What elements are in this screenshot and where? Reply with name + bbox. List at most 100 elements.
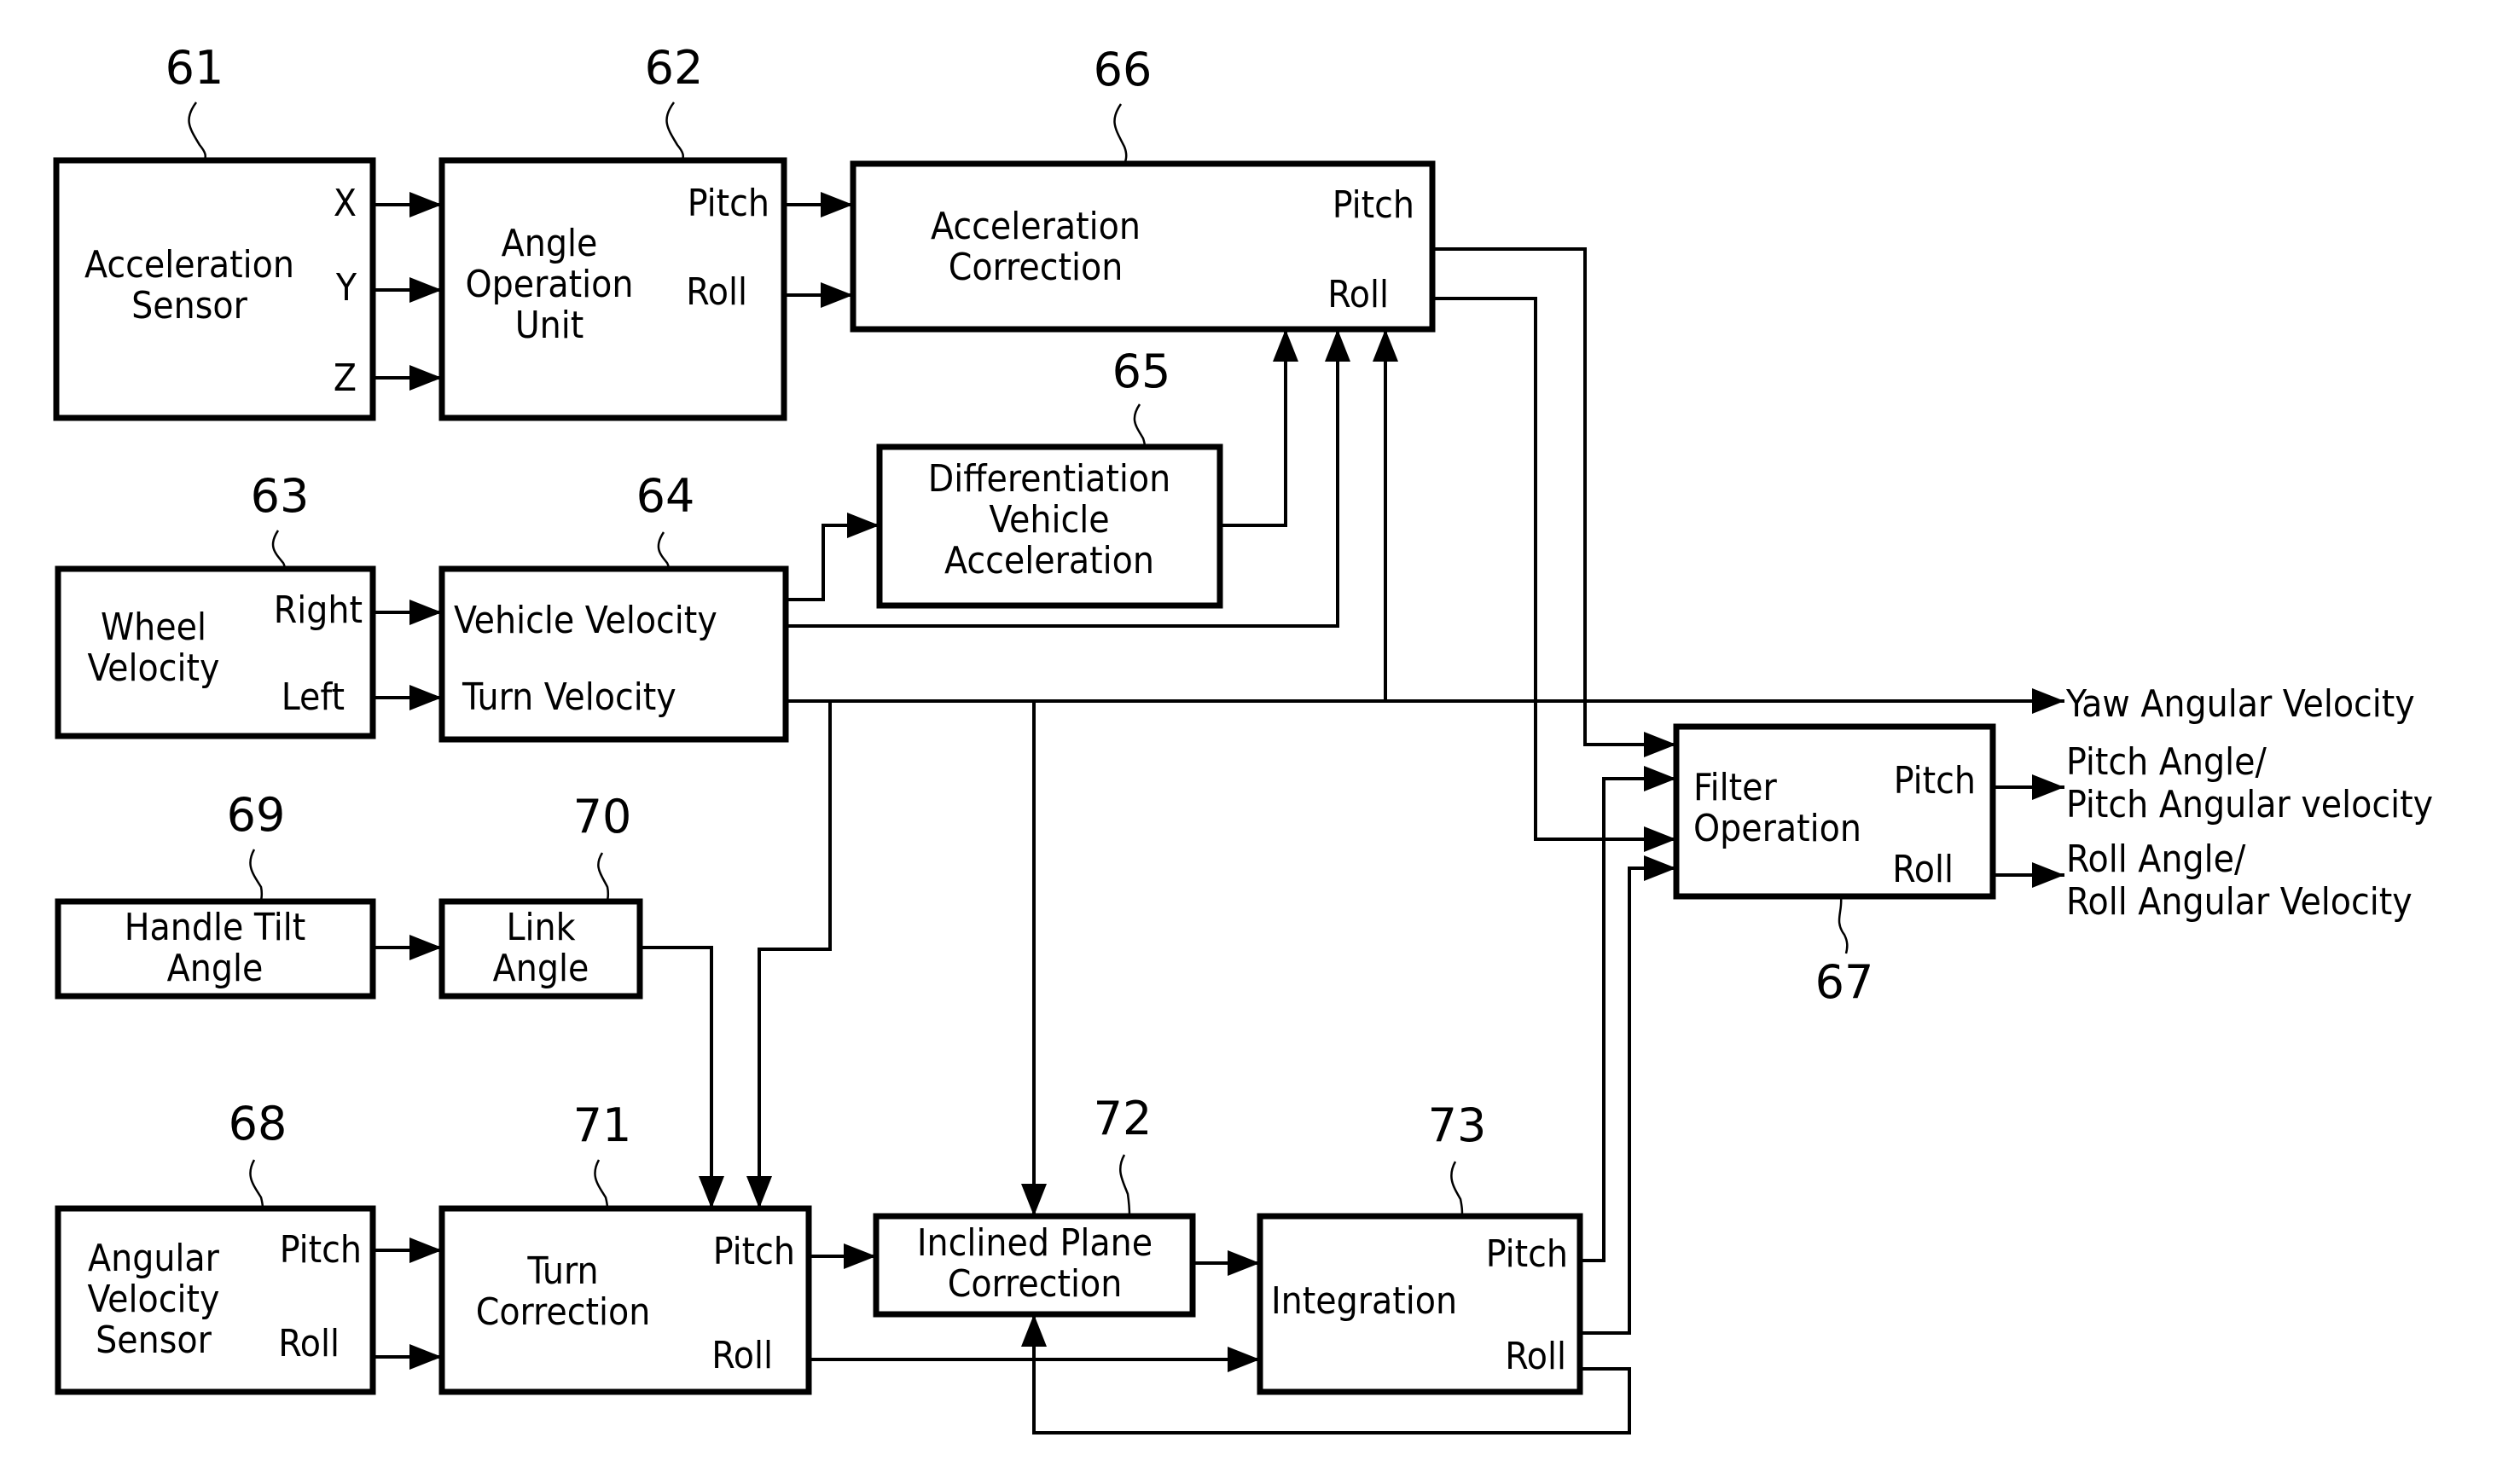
block-71-title-line1: Turn: [526, 1249, 598, 1293]
wire-69-to-70-arrowhead-icon: [409, 935, 442, 960]
block-63-title-line2: Velocity: [88, 646, 220, 690]
block-62-title-line2: Operation: [466, 263, 634, 306]
ref-number-61: 61: [165, 41, 224, 95]
block-65-title-line2: Vehicle: [989, 498, 1109, 542]
ref-number-68: 68: [229, 1097, 287, 1151]
block-wheel-velocity: Wheel Velocity Right Left 63: [55, 469, 376, 739]
block-65-title-line3: Acceleration: [944, 539, 1154, 583]
wire-66pitch-to-67: [1432, 247, 1676, 746]
block-integration: Integration Pitch Roll 73: [1257, 1098, 1583, 1395]
block-70-title-line1: Link: [506, 906, 575, 949]
wire-68roll-to-71-arrowhead-icon: [409, 1344, 442, 1370]
block-62-title-line3: Unit: [515, 304, 584, 347]
wire-64vel-to-66-arrowhead-icon: [1325, 329, 1350, 362]
wire-turn-to-71-arrowhead-icon: [746, 1176, 772, 1208]
wire-70-to-71-arrowhead-icon: [699, 1176, 724, 1208]
output-pitch-line1: Pitch Angle/: [2066, 740, 2267, 784]
ref-number-69: 69: [227, 788, 286, 842]
wire-66pitch-to-67-arrowhead-icon: [1644, 732, 1676, 757]
wire-61x-to-62-arrowhead-icon: [409, 192, 442, 217]
wire-61z-to-62-arrowhead-icon: [409, 365, 442, 391]
block-66-title-line2: Correction: [949, 246, 1124, 289]
block-68-title-line3: Sensor: [96, 1319, 212, 1362]
block-67-port-roll: Roll: [1892, 848, 1954, 891]
output-pitch-line2: Pitch Angular velocity: [2066, 783, 2433, 826]
ref-number-65: 65: [1112, 345, 1171, 398]
block-62-title-line1: Angle: [502, 222, 598, 265]
wire-turn-to-72-arrowhead-icon: [1021, 1184, 1047, 1216]
wire-62pitch-to-66-arrowhead-icon: [821, 192, 853, 217]
block-68-port-pitch: Pitch: [280, 1228, 362, 1272]
block-62-port-roll: Roll: [686, 270, 747, 314]
ref-number-73: 73: [1428, 1098, 1487, 1152]
block-69-title-line1: Handle Tilt: [125, 906, 306, 949]
block-71-port-roll: Roll: [711, 1334, 773, 1377]
leader-line-68: [249, 1159, 264, 1209]
wire-65-to-66-arrowhead-icon: [1273, 329, 1298, 362]
wire-63left-to-64-arrowhead-icon: [409, 685, 442, 710]
output-yaw-angular-velocity: Yaw Angular Velocity: [2065, 682, 2415, 726]
block-66-port-roll: Roll: [1327, 273, 1389, 316]
ref-number-72: 72: [1094, 1092, 1153, 1145]
ref-number-70: 70: [573, 790, 632, 843]
wire-64-to-65-arrowhead-icon: [847, 513, 880, 538]
leader-line-66: [1113, 103, 1128, 165]
block-66-port-pitch: Pitch: [1333, 183, 1414, 227]
ref-number-66: 66: [1094, 43, 1153, 96]
leader-line-71: [594, 1159, 609, 1209]
block-69-title-line2: Angle: [167, 947, 264, 990]
block-73-port-roll: Roll: [1505, 1335, 1566, 1378]
wire-68pitch-to-71-arrowhead-icon: [409, 1237, 442, 1263]
wire-73roll-to-67-arrowhead-icon: [1644, 855, 1676, 881]
wire-70-to-71: [640, 946, 713, 1208]
wire-66roll-to-67-arrowhead-icon: [1644, 826, 1676, 852]
ref-number-63: 63: [251, 469, 310, 523]
block-63-port-left: Left: [282, 675, 345, 719]
leader-line-64: [657, 531, 671, 570]
ref-number-71: 71: [573, 1098, 632, 1152]
wire-63right-to-64-arrowhead-icon: [409, 600, 442, 625]
wire-64-to-65: [786, 524, 880, 601]
wire-62roll-to-66-arrowhead-icon: [821, 282, 853, 308]
block-61-port-y: Y: [335, 266, 357, 310]
wire-67roll-output-arrowhead-icon: [2032, 862, 2064, 888]
leader-line-67: [1838, 895, 1849, 954]
block-diagram: Acceleration Sensor X Y Z 61 Angle Opera…: [53, 41, 2433, 1435]
block-link-angle: Link Angle 70: [438, 790, 643, 1000]
wire-72-to-73-arrowhead-icon: [1228, 1250, 1260, 1276]
wire-turn-to-71: [758, 701, 832, 1208]
leader-line-72: [1119, 1154, 1131, 1217]
wire-71pitch-to-72-arrowhead-icon: [844, 1243, 876, 1269]
wire-73roll-to-67: [1580, 867, 1676, 1335]
block-61-title-line1: Acceleration: [84, 243, 294, 287]
wire-67pitch-output-arrowhead-icon: [2032, 774, 2064, 800]
leader-line-63: [271, 530, 287, 570]
block-68-title-line2: Velocity: [88, 1278, 220, 1321]
block-71-port-pitch: Pitch: [713, 1230, 795, 1273]
block-filter-operation: Filter Operation Pitch Roll 67: [1673, 723, 1996, 1009]
block-61-port-x: X: [334, 182, 357, 225]
leader-line-61: [188, 101, 206, 161]
block-67-title-line1: Filter: [1693, 766, 1777, 809]
block-72-title-line1: Inclined Plane: [917, 1221, 1153, 1265]
block-turn-correction: Turn Correction Pitch Roll 71: [438, 1098, 812, 1395]
block-handle-tilt-angle: Handle Tilt Angle 69: [55, 788, 376, 1000]
block-66-title-line1: Acceleration: [931, 205, 1141, 248]
wire-turn-to-66-arrowhead-icon: [1373, 329, 1398, 362]
wire-66roll-to-67: [1432, 297, 1676, 841]
output-roll-line1: Roll Angle/: [2066, 838, 2246, 881]
leader-line-73: [1450, 1161, 1464, 1217]
output-roll-line2: Roll Angular Velocity: [2066, 880, 2413, 924]
leader-line-69: [249, 849, 264, 902]
block-angular-velocity-sensor: Angular Velocity Sensor Pitch Roll 68: [55, 1097, 376, 1395]
ref-number-67: 67: [1815, 955, 1874, 1009]
wire-yaw-output-arrowhead-icon: [2032, 688, 2064, 714]
leader-line-70: [597, 852, 610, 902]
block-62-port-pitch: Pitch: [688, 182, 769, 225]
block-61-port-z: Z: [334, 356, 357, 400]
block-61-title-line2: Sensor: [131, 284, 247, 327]
block-72-title-line2: Correction: [948, 1262, 1123, 1306]
block-velocity-calc: Vehicle Velocity Turn Velocity 64: [438, 469, 789, 743]
block-68-title-line1: Angular: [88, 1237, 220, 1280]
wire-61y-to-62-arrowhead-icon: [409, 277, 442, 303]
